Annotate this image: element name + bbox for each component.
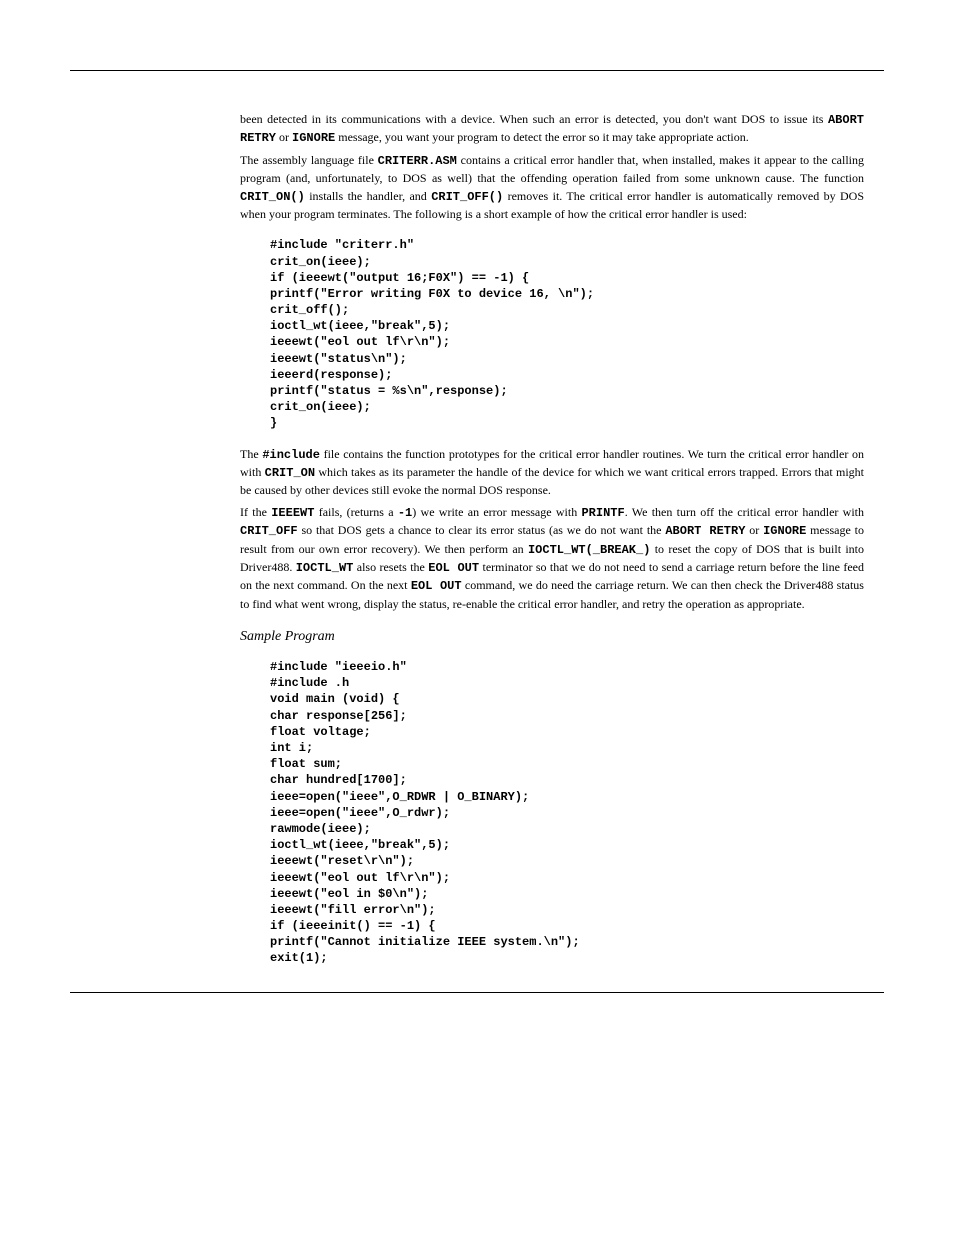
p4-text-a: If the (240, 505, 271, 519)
p2-inline-critoff: CRIT_OFF() (431, 190, 503, 204)
p4-text-c: fails, (returns a (314, 505, 397, 519)
p4-inline-ignore: IGNORE (763, 524, 806, 538)
para-4: If the IEEEWT fails, (returns a -1) we w… (240, 504, 864, 613)
p4-inline-ieeewt: IEEEWT (271, 506, 314, 520)
p4-inline-printf: PRINTF (581, 506, 624, 520)
para-1: been detected in its communications with… (240, 111, 864, 148)
p1-text-e: message, you want your program to detect… (335, 130, 749, 144)
p4-text-i: so that DOS gets a chance to clear its e… (298, 523, 666, 537)
p4-inline-neg1: -1 (398, 506, 412, 520)
p3-text-e: which takes as its parameter the handle … (240, 465, 864, 497)
code-block-2: #include "ieeeio.h" #include .h void mai… (270, 659, 884, 967)
p4-text-q: also resets the (353, 560, 428, 574)
p3-text-a: The (240, 447, 262, 461)
p4-inline-critoff: CRIT_OFF (240, 524, 298, 538)
para-2: The assembly language file CRITERR.ASM c… (240, 152, 864, 224)
p1-inline-ignore: IGNORE (292, 131, 335, 145)
p2-inline-criton: CRIT_ON() (240, 190, 305, 204)
para-3: The #include file contains the function … (240, 446, 864, 500)
p2-text-a: The assembly language file (240, 153, 378, 167)
p2-text-e: installs the handler, and (305, 189, 431, 203)
p4-text-k: or (745, 523, 763, 537)
p4-text-e: ) we write an error message with (412, 505, 581, 519)
p4-inline-ioctlwtbreak: IOCTL_WT(_BREAK_) (528, 543, 650, 557)
code-block-1: #include "criterr.h" crit_on(ieee); if (… (270, 237, 884, 431)
top-rule (70, 70, 884, 71)
p4-text-g: . We then turn off the critical error ha… (625, 505, 864, 519)
p4-inline-abort: ABORT RETRY (665, 524, 745, 538)
p4-inline-ioctlwt: IOCTL_WT (296, 561, 354, 575)
p4-inline-eolout1: EOL OUT (428, 561, 479, 575)
p2-inline-criterr: CRITERR.ASM (378, 154, 457, 168)
p3-inline-include: #include (262, 448, 320, 462)
p1-text-c: or (276, 130, 292, 144)
p3-inline-criton: CRIT_ON (265, 466, 315, 480)
p4-inline-eolout2: EOL OUT (411, 579, 462, 593)
heading-sample-program: Sample Program (240, 629, 864, 645)
p1-text-a: been detected in its communications with… (240, 112, 828, 126)
bottom-rule (70, 992, 884, 993)
